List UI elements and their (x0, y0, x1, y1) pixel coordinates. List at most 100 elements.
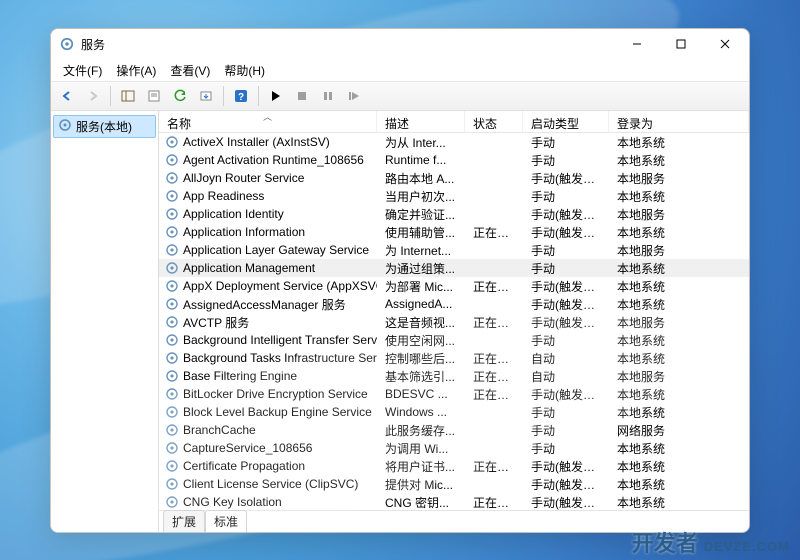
back-button[interactable] (55, 84, 79, 108)
service-logon: 本地系统 (609, 188, 749, 205)
service-row[interactable]: AVCTP 服务这是音频视...正在运行手动(触发器...本地服务 (159, 313, 749, 331)
service-logon: 本地系统 (609, 440, 749, 457)
service-name: AVCTP 服务 (183, 314, 249, 331)
col-name[interactable]: 名称︿ (159, 111, 377, 132)
service-desc: 控制哪些后... (377, 350, 465, 367)
pause-service-button[interactable] (316, 84, 340, 108)
service-desc: AssignedA... (377, 297, 465, 311)
list-panel: 名称︿ 描述 状态 启动类型 登录为 ActiveX Installer (Ax… (159, 111, 749, 532)
stop-service-button[interactable] (290, 84, 314, 108)
service-row[interactable]: Certificate Propagation将用户证书...正在运行手动(触发… (159, 457, 749, 475)
service-logon: 本地系统 (609, 152, 749, 169)
service-row[interactable]: Application Layer Gateway Service 为 Inter… (159, 241, 749, 259)
service-name: CaptureService_108656 (183, 441, 312, 455)
service-start: 手动(触发器... (523, 494, 609, 511)
service-desc: Windows ... (377, 405, 465, 419)
svg-text:?: ? (238, 92, 244, 103)
service-row[interactable]: Background Intelligent Transfer Service使… (159, 331, 749, 349)
service-name: Background Tasks Infrastructure Service (183, 351, 377, 365)
service-row[interactable]: CNG Key IsolationCNG 密钥...正在运行手动(触发器...本… (159, 493, 749, 510)
show-hide-tree-button[interactable] (116, 84, 140, 108)
service-start: 手动(触发器... (523, 296, 609, 313)
service-logon: 本地系统 (609, 134, 749, 151)
menu-file[interactable]: 文件(F) (57, 60, 108, 81)
close-button[interactable] (703, 29, 747, 59)
maximize-button[interactable] (659, 29, 703, 59)
service-name: Background Intelligent Transfer Service (183, 333, 377, 347)
service-row[interactable]: Client License Service (ClipSVC) 提供对 Mic.… (159, 475, 749, 493)
service-logon: 本地服务 (609, 368, 749, 385)
menu-action[interactable]: 操作(A) (110, 60, 162, 81)
service-desc: 提供对 Mic... (377, 476, 465, 493)
service-name: BitLocker Drive Encryption Service (183, 387, 368, 401)
col-logon[interactable]: 登录为 (609, 111, 749, 132)
service-state: 正在运行 (465, 494, 523, 511)
service-name: Application Layer Gateway Service (183, 243, 369, 257)
service-start: 手动 (523, 242, 609, 259)
service-state: 正在运行 (465, 224, 523, 241)
service-name: Application Identity (183, 207, 284, 221)
service-name: Block Level Backup Engine Service (183, 405, 372, 419)
menubar: 文件(F) 操作(A) 查看(V) 帮助(H) (51, 59, 749, 81)
service-name: Certificate Propagation (183, 459, 305, 473)
forward-button[interactable] (81, 84, 105, 108)
service-row[interactable]: AllJoyn Router Service路由本地 A...手动(触发器...… (159, 169, 749, 187)
service-row[interactable]: Block Level Backup Engine Service Windows… (159, 403, 749, 421)
service-row[interactable]: Base Filtering Engine基本筛选引...正在运行自动本地服务 (159, 367, 749, 385)
service-start: 手动 (523, 260, 609, 277)
service-row[interactable]: Application Identity确定并验证...手动(触发器...本地服… (159, 205, 749, 223)
menu-help[interactable]: 帮助(H) (218, 60, 271, 81)
service-desc: 确定并验证... (377, 206, 465, 223)
refresh-button[interactable] (168, 84, 192, 108)
service-start: 手动 (523, 134, 609, 151)
col-state[interactable]: 状态 (465, 111, 523, 132)
service-start: 手动(触发器... (523, 206, 609, 223)
service-logon: 网络服务 (609, 422, 749, 439)
service-logon: 本地系统 (609, 458, 749, 475)
service-row[interactable]: Application Information使用辅助管...正在运行手动(触发… (159, 223, 749, 241)
column-headers: 名称︿ 描述 状态 启动类型 登录为 (159, 111, 749, 133)
menu-view[interactable]: 查看(V) (164, 60, 216, 81)
toolbar: ? (51, 81, 749, 111)
service-row[interactable]: Background Tasks Infrastructure Service控… (159, 349, 749, 367)
service-logon: 本地服务 (609, 314, 749, 331)
service-start: 手动 (523, 332, 609, 349)
service-desc: 使用空闲网... (377, 332, 465, 349)
tab-extended[interactable]: 扩展 (163, 510, 205, 533)
service-logon: 本地系统 (609, 224, 749, 241)
service-name: AppX Deployment Service (AppXSVC) (183, 279, 377, 293)
properties-button[interactable] (142, 84, 166, 108)
tab-standard[interactable]: 标准 (205, 510, 247, 533)
service-logon: 本地系统 (609, 350, 749, 367)
service-row[interactable]: App Readiness当用户初次...手动本地系统 (159, 187, 749, 205)
service-name: BranchCache (183, 423, 256, 437)
service-row[interactable]: BranchCache此服务缓存...手动网络服务 (159, 421, 749, 439)
help-button[interactable]: ? (229, 84, 253, 108)
minimize-button[interactable] (615, 29, 659, 59)
service-row[interactable]: Agent Activation Runtime_108656Runtime f… (159, 151, 749, 169)
service-start: 手动(触发器... (523, 476, 609, 493)
service-row[interactable]: Application Management为通过组策...手动本地系统 (159, 259, 749, 277)
col-start[interactable]: 启动类型 (523, 111, 609, 132)
service-row[interactable]: AssignedAccessManager 服务 AssignedA... 手动(触… (159, 295, 749, 313)
service-row[interactable]: CaptureService_108656为调用 Wi...手动本地系统 (159, 439, 749, 457)
export-button[interactable] (194, 84, 218, 108)
service-desc: 将用户证书... (377, 458, 465, 475)
service-name: CNG Key Isolation (183, 495, 282, 509)
restart-service-button[interactable] (342, 84, 366, 108)
service-row[interactable]: AppX Deployment Service (AppXSVC)为部署 Mic… (159, 277, 749, 295)
service-name: AssignedAccessManager 服务 (183, 296, 346, 313)
titlebar[interactable]: 服务 (51, 29, 749, 59)
service-desc: 为 Internet... (377, 242, 465, 259)
services-list[interactable]: ActiveX Installer (AxInstSV)为从 Inter...手… (159, 133, 749, 510)
service-start: 手动 (523, 422, 609, 439)
service-name: Application Management (183, 261, 315, 275)
tree-services-local[interactable]: 服务(本地) (53, 115, 156, 138)
col-desc[interactable]: 描述 (377, 111, 465, 132)
gear-icon (58, 118, 72, 135)
start-service-button[interactable] (264, 84, 288, 108)
service-name: App Readiness (183, 189, 264, 203)
service-name: Client License Service (ClipSVC) (183, 477, 358, 491)
service-row[interactable]: ActiveX Installer (AxInstSV)为从 Inter...手… (159, 133, 749, 151)
service-row[interactable]: BitLocker Drive Encryption ServiceBDESVC… (159, 385, 749, 403)
